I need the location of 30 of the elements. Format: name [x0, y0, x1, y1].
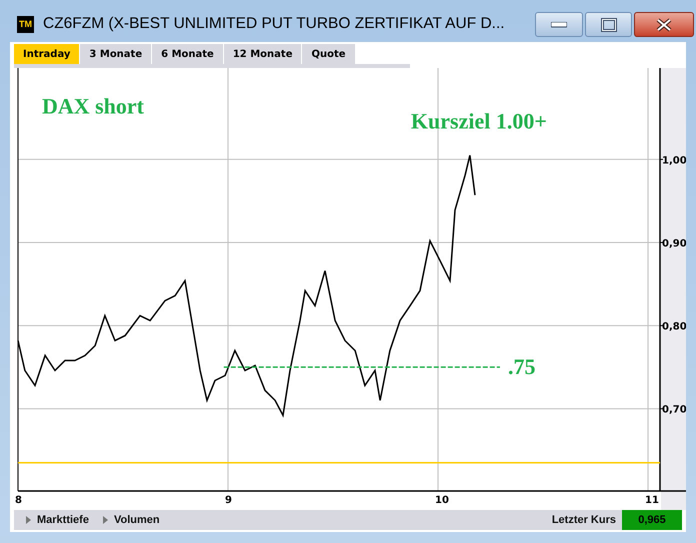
expand-link[interactable]: Volumen	[102, 512, 160, 528]
annotation-text: Kursziel 1.00+	[410, 108, 547, 134]
window-title: CZ6FZM (X-BEST UNLIMITED PUT TURBO ZERTIFIKAT AUF D...	[43, 14, 505, 34]
expand-triangle-icon	[102, 516, 108, 524]
x-axis-label: 8	[15, 495, 22, 506]
y-axis-label: 1,00	[662, 155, 686, 166]
app-logo-icon: TM	[17, 16, 34, 32]
y-axis-label: 0,90	[662, 238, 686, 250]
tab[interactable]: 12 Monate	[224, 44, 302, 64]
tab[interactable]: Quote	[302, 44, 355, 64]
expand-link[interactable]: Markttiefe	[26, 512, 89, 528]
minimize-button[interactable]	[535, 12, 583, 37]
close-button[interactable]	[634, 12, 694, 37]
x-axis-label: 9	[225, 495, 232, 506]
last-price-label: Letzter Kurs	[552, 512, 616, 528]
last-price-value: 0,965	[622, 510, 682, 530]
maximize-button[interactable]	[585, 12, 632, 37]
y-axis-label: 0,80	[662, 322, 686, 333]
x-axis-label: 11	[645, 495, 659, 506]
tab[interactable]: 6 Monate	[152, 44, 223, 64]
x-axis-label: 10	[435, 495, 449, 506]
y-axis-label: 0,70	[662, 404, 686, 416]
tab[interactable]: Intraday	[14, 44, 80, 64]
tab[interactable]: 3 Monate	[80, 44, 152, 64]
expand-triangle-icon	[26, 516, 31, 524]
minimize-icon	[551, 22, 567, 28]
target-label: .75	[508, 354, 536, 380]
annotation-text: DAX short	[42, 94, 144, 119]
close-icon	[656, 18, 672, 32]
maximize-icon	[600, 18, 616, 32]
